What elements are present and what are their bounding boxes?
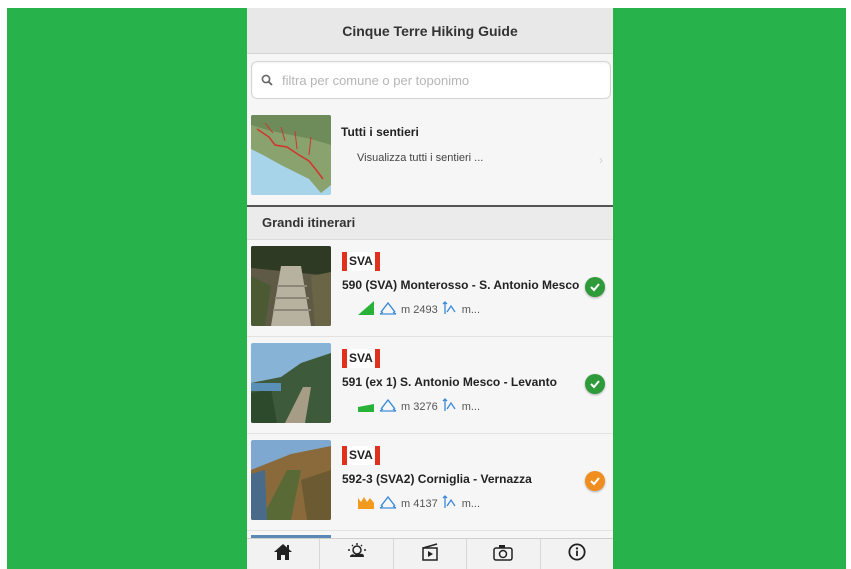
completed-check-icon [585, 374, 605, 394]
trail-meta: m 2493 m... [357, 300, 480, 320]
elevation-icon [442, 300, 458, 321]
trail-badge: SVA [342, 252, 380, 271]
trail-meta: m 4137 m... [357, 494, 480, 514]
weather-icon [346, 543, 368, 566]
trail-badge-text: SVA [347, 446, 375, 465]
trail-distance: m 3276 [401, 401, 438, 413]
trail-distance: m 2493 [401, 304, 438, 316]
section-header: Grandi itinerari [247, 207, 613, 240]
all-trails-description: Visualizza tutti i sentieri ... [357, 152, 484, 164]
difficulty-easy-icon [357, 300, 375, 321]
elevation-icon [442, 397, 458, 418]
trail-badge-text: SVA [347, 349, 375, 368]
completed-check-icon [585, 277, 605, 297]
search-icon [258, 71, 276, 89]
trail-badge: SVA [342, 349, 380, 368]
tab-info[interactable] [541, 539, 613, 569]
film-icon [420, 543, 440, 566]
trail-title: 590 (SVA) Monterosso - S. Antonio Mesco [342, 278, 580, 292]
distance-icon [379, 397, 397, 418]
trail-photo [251, 246, 331, 326]
bottom-tab-bar [247, 538, 613, 569]
all-trails-title: Tutti i sentieri [341, 125, 419, 139]
app-window: Cinque Terre Hiking Guide Tutti i sentie… [247, 8, 613, 569]
trail-elevation: m... [461, 498, 481, 510]
elevation-icon [442, 494, 458, 515]
page-title: Cinque Terre Hiking Guide [342, 22, 518, 39]
distance-icon [379, 300, 397, 321]
tab-home[interactable] [247, 539, 321, 569]
difficulty-medium-icon [357, 397, 375, 418]
section-title: Grandi itinerari [262, 215, 356, 230]
trail-badge-text: SVA [347, 252, 375, 271]
chevron-right-icon: › [599, 153, 603, 167]
warning-check-icon [585, 471, 605, 491]
trail-meta: m 3276 m... [357, 397, 480, 417]
search-bar[interactable] [251, 61, 611, 99]
trail-row[interactable]: SVA 590 (SVA) Monterosso - S. Antonio Me… [247, 240, 613, 337]
trail-elevation: m... [461, 304, 481, 316]
tab-media[interactable] [394, 539, 468, 569]
difficulty-hard-icon [357, 494, 375, 515]
search-input[interactable] [280, 71, 604, 89]
trail-elevation: m... [461, 401, 481, 413]
app-header: Cinque Terre Hiking Guide [247, 8, 613, 54]
trail-badge: SVA [342, 446, 380, 465]
map-thumbnail [251, 115, 331, 195]
trail-title: 591 (ex 1) S. Antonio Mesco - Levanto [342, 375, 557, 389]
trail-distance: m 4137 [401, 498, 438, 510]
camera-icon [492, 543, 514, 566]
trail-row[interactable]: SVA 592-3 (SVA2) Corniglia - Vernazza m … [247, 434, 613, 531]
info-icon [567, 543, 587, 566]
distance-icon [379, 494, 397, 515]
trail-title: 592-3 (SVA2) Corniglia - Vernazza [342, 472, 532, 486]
trail-photo [251, 343, 331, 423]
trail-photo [251, 440, 331, 520]
tab-photos[interactable] [467, 539, 541, 569]
all-trails-row[interactable]: Tutti i sentieri Visualizza tutti i sent… [247, 111, 613, 205]
home-icon [273, 543, 293, 566]
trail-row[interactable]: SVA 591 (ex 1) S. Antonio Mesco - Levant… [247, 337, 613, 434]
tab-weather[interactable] [320, 539, 394, 569]
